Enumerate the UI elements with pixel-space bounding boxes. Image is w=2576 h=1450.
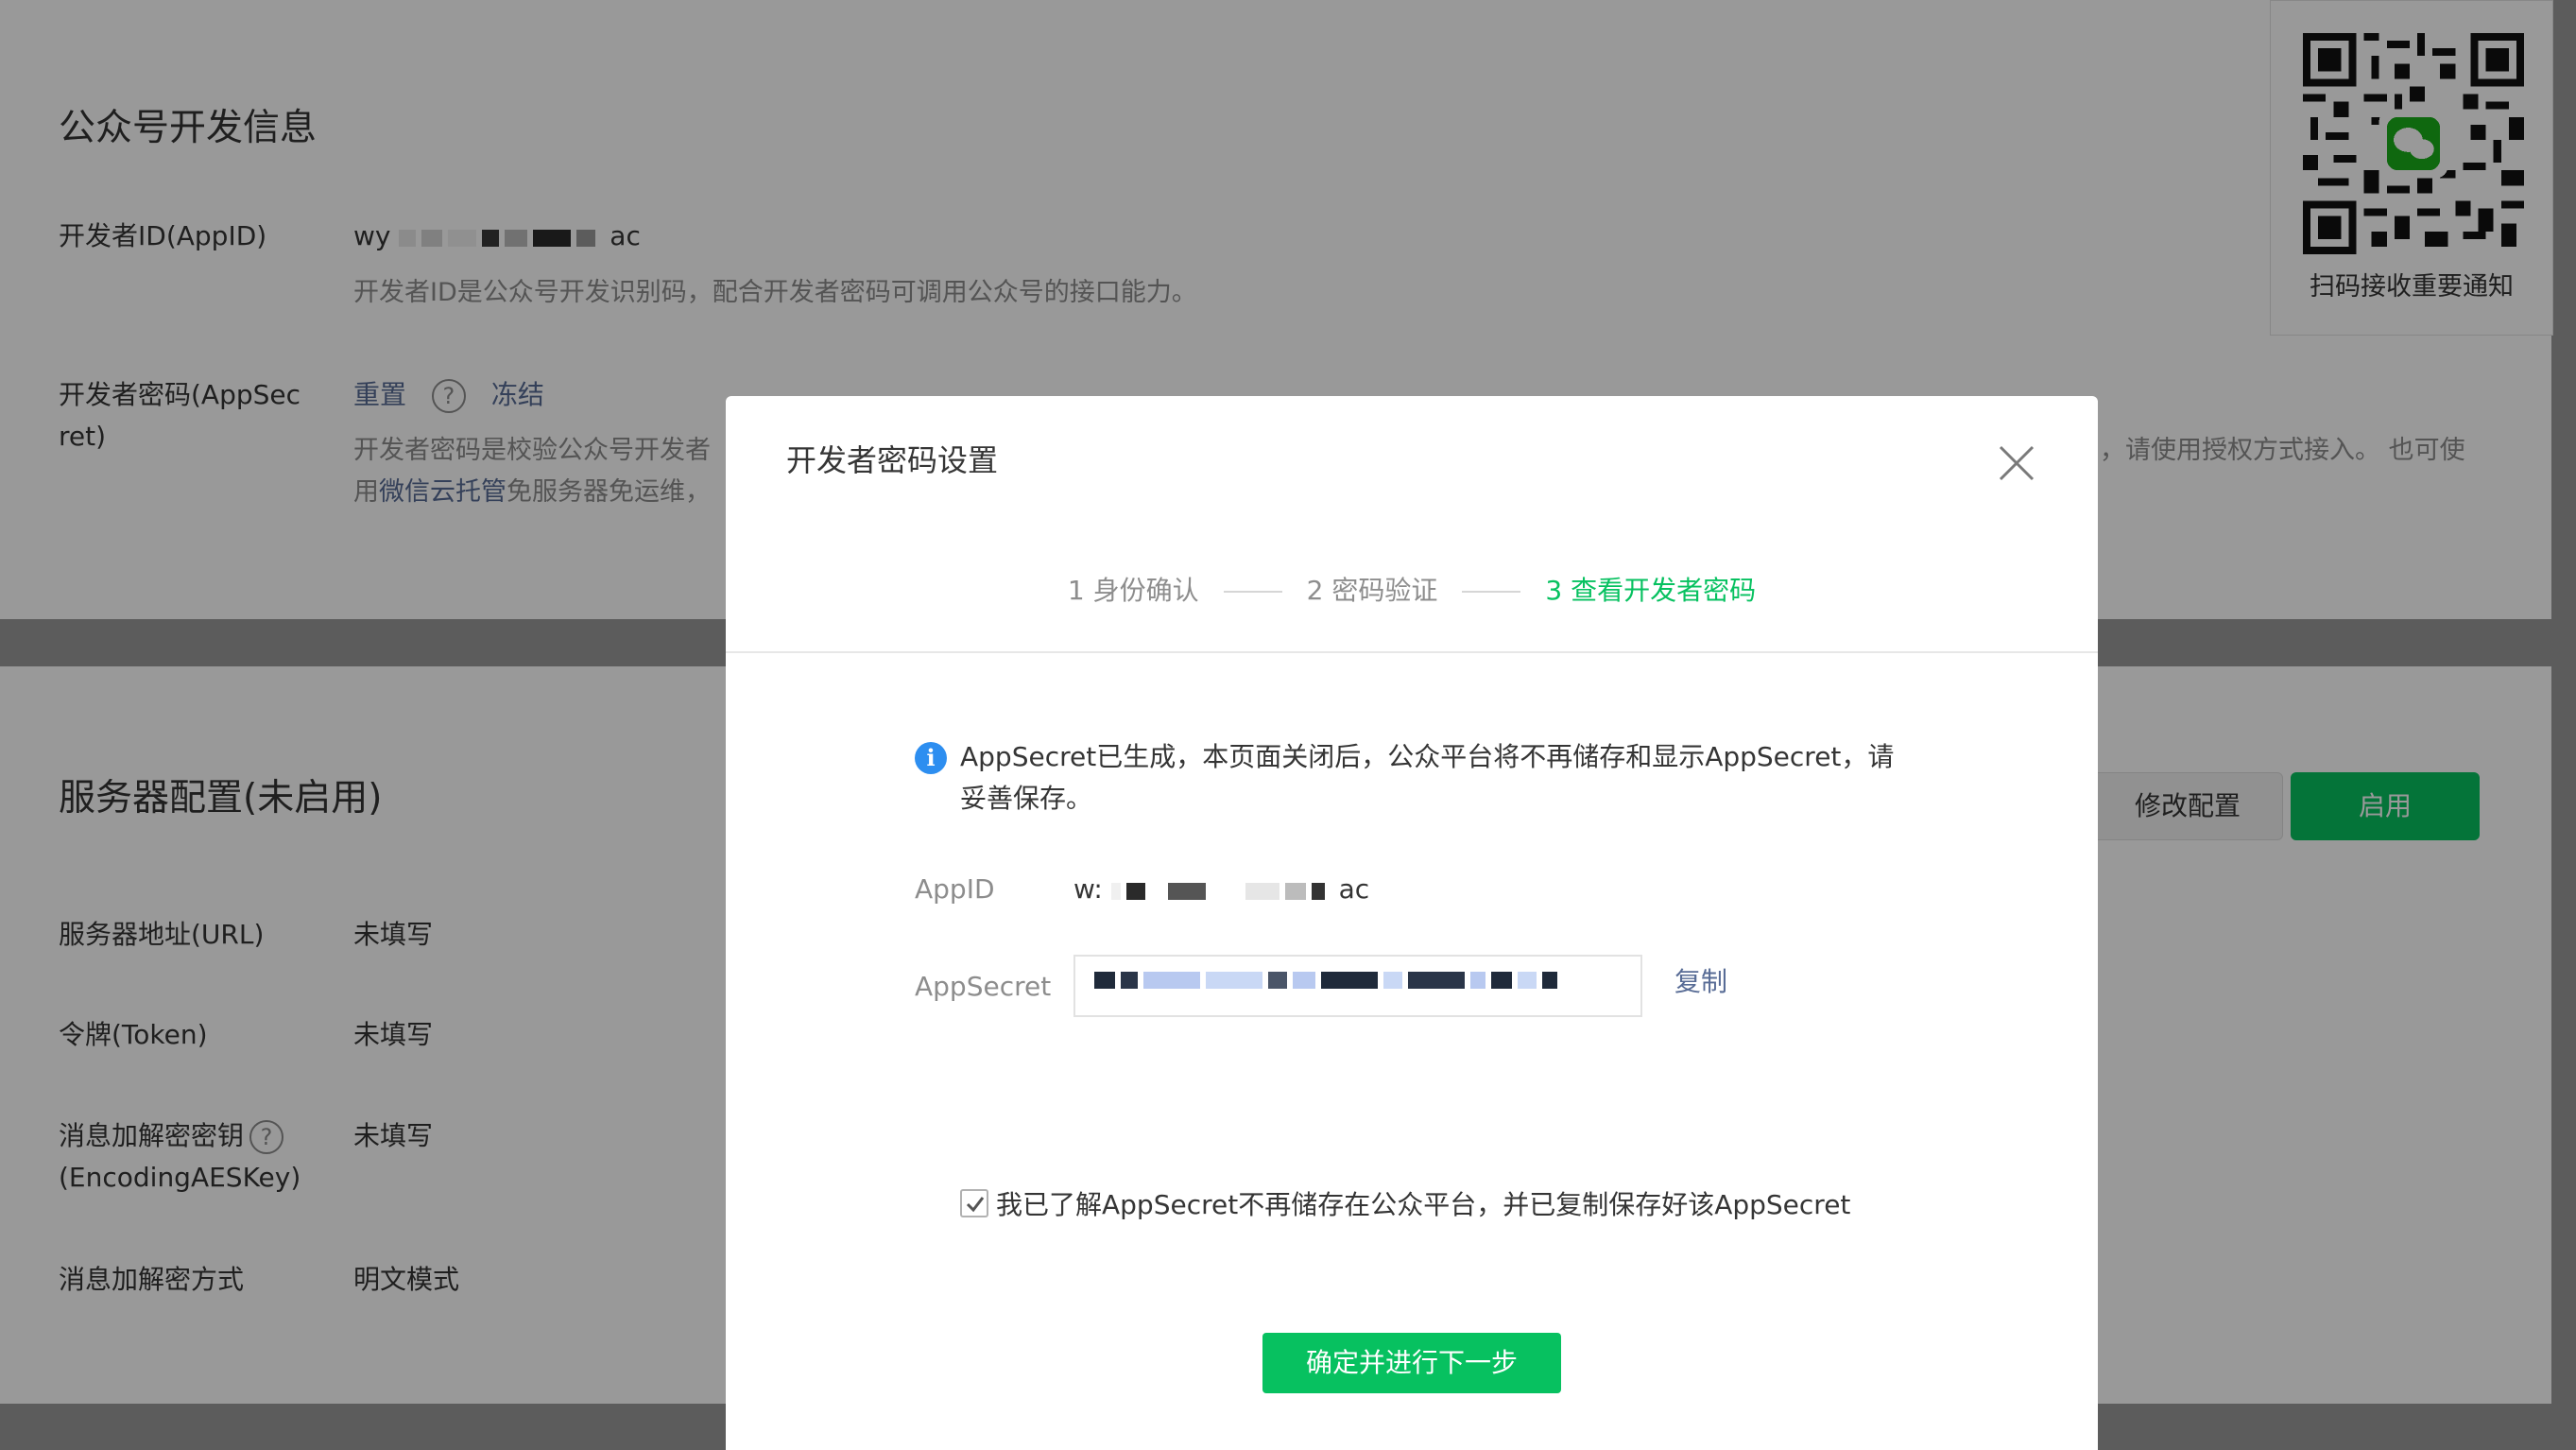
appsecret-dialog: 开发者密码设置 1 身份确认 2 密码验证 3 查看开发者密码 i AppSecre… bbox=[726, 396, 2098, 1450]
appsecret-field-label: AppSecret bbox=[915, 971, 1052, 1002]
step-connector bbox=[1462, 591, 1521, 593]
agree-text: 我已了解AppSecret不再储存在公众平台，并已复制保存好该AppSecret bbox=[996, 1189, 1851, 1220]
appid-field-value-start: w: bbox=[1073, 873, 1103, 905]
appid-field-redacted bbox=[1110, 870, 1331, 911]
appid-field-label: AppID bbox=[915, 873, 995, 905]
close-icon[interactable] bbox=[1997, 443, 2036, 483]
dialog-title: 开发者密码设置 bbox=[786, 442, 999, 478]
dialog-divider bbox=[726, 651, 2098, 653]
appsecret-redacted bbox=[1094, 970, 1563, 989]
info-icon: i bbox=[915, 742, 947, 774]
appid-field-value-end: ac bbox=[1338, 873, 1370, 905]
agree-checkbox-row[interactable]: 我已了解AppSecret不再储存在公众平台，并已复制保存好该AppSecret bbox=[960, 1184, 1850, 1226]
confirm-next-button[interactable]: 确定并进行下一步 bbox=[1262, 1333, 1561, 1393]
appsecret-input[interactable] bbox=[1073, 955, 1642, 1017]
step-1: 1 身份确认 bbox=[1067, 575, 1199, 606]
notice-text: AppSecret已生成，本页面关闭后，公众平台将不再储存和显示AppSecre… bbox=[960, 741, 1895, 814]
step-indicator: 1 身份确认 2 密码验证 3 查看开发者密码 bbox=[726, 570, 2098, 612]
checkmark-icon bbox=[966, 1197, 985, 1213]
appid-field-value: w: ac bbox=[1073, 869, 1369, 911]
step-2: 2 密码验证 bbox=[1306, 575, 1438, 606]
agree-checkbox[interactable] bbox=[960, 1189, 988, 1217]
step-connector bbox=[1223, 591, 1282, 593]
step-3: 3 查看开发者密码 bbox=[1545, 575, 1757, 606]
copy-link[interactable]: 复制 bbox=[1674, 961, 1727, 1003]
